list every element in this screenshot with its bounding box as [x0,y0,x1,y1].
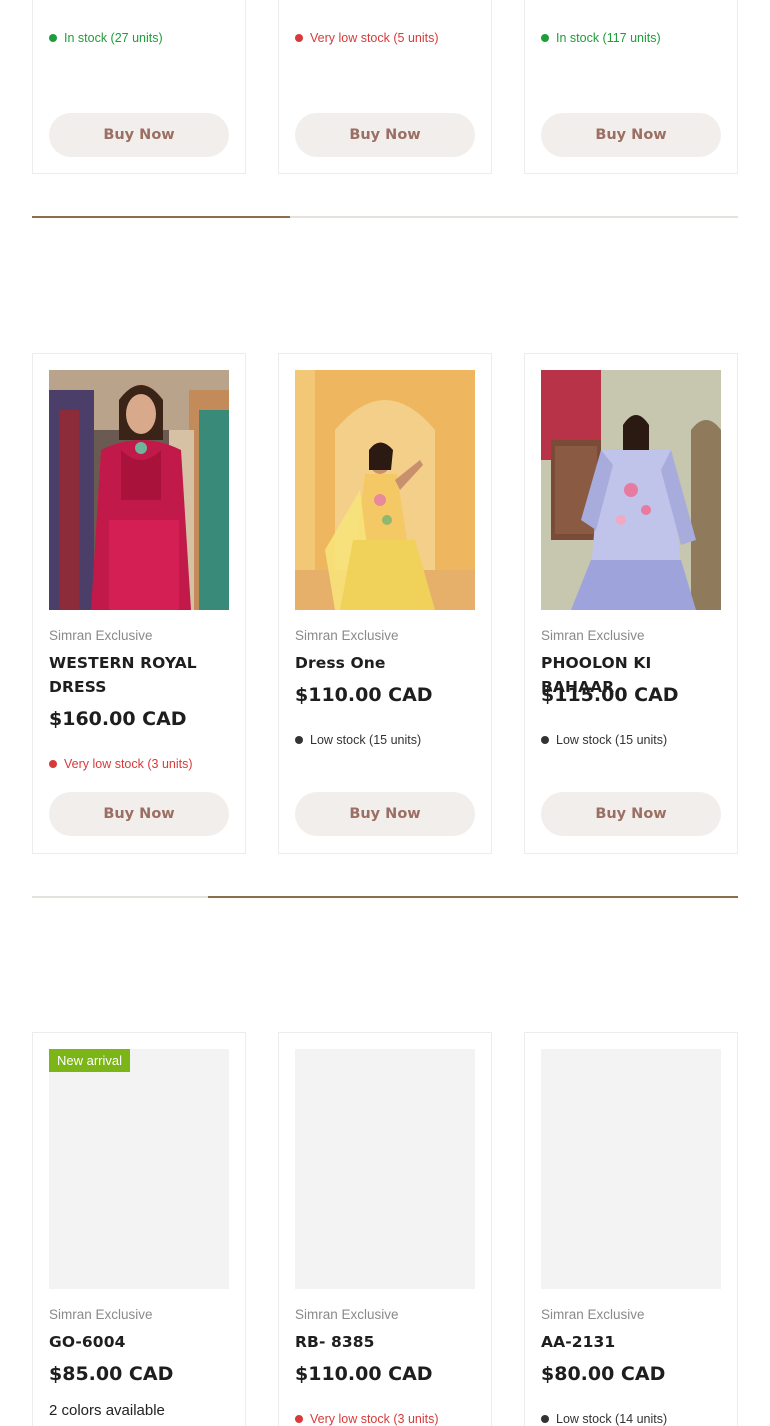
product-image-placeholder[interactable] [295,1049,475,1289]
product-title[interactable]: AA-2131 [541,1330,723,1354]
stock-status: In stock (117 units) [541,31,661,45]
buy-now-button[interactable]: Buy Now [295,113,475,157]
product-card[interactable]: In stock (27 units) Buy Now [32,0,246,174]
product-vendor: Simran Exclusive [49,1307,153,1322]
product-price: $80.00 CAD [541,1363,666,1385]
product-image[interactable] [541,370,721,610]
product-image[interactable] [49,370,229,610]
carousel-scrollbar[interactable] [32,896,738,898]
product-card[interactable]: In stock (117 units) Buy Now [524,0,738,174]
buy-now-button[interactable]: Buy Now [295,792,475,836]
product-title[interactable]: Dress One [295,651,477,675]
product-card[interactable]: Simran Exclusive RB- 8385 $110.00 CAD Ve… [278,1032,492,1426]
buy-now-button[interactable]: Buy Now [49,113,229,157]
product-image[interactable] [295,370,475,610]
product-image-placeholder[interactable]: New arrival [49,1049,229,1289]
product-card[interactable]: Very low stock (5 units) Buy Now [278,0,492,174]
stock-status: Very low stock (5 units) [295,31,439,45]
stock-dot-icon [541,736,549,744]
buy-now-button[interactable]: Buy Now [541,792,721,836]
product-card[interactable]: Simran Exclusive Dress One $110.00 CAD L… [278,353,492,854]
product-vendor: Simran Exclusive [541,1307,645,1322]
product-image-placeholder[interactable] [541,1049,721,1289]
stock-status: Very low stock (3 units) [295,1412,439,1426]
product-card[interactable]: Simran Exclusive WESTERN ROYAL DRESS $16… [32,353,246,854]
stock-status: Low stock (15 units) [541,733,667,747]
stock-status: Low stock (14 units) [541,1412,667,1426]
stock-dot-icon [295,736,303,744]
product-vendor: Simran Exclusive [541,628,645,643]
buy-now-button[interactable]: Buy Now [541,113,721,157]
stock-dot-icon [541,34,549,42]
carousel-scrollbar[interactable] [32,216,738,218]
buy-now-button[interactable]: Buy Now [49,792,229,836]
scrollbar-thumb[interactable] [32,216,290,218]
product-vendor: Simran Exclusive [295,1307,399,1322]
product-card[interactable]: Simran Exclusive AA-2131 $80.00 CAD Low … [524,1032,738,1426]
product-price: $110.00 CAD [295,1363,433,1385]
stock-dot-icon [295,34,303,42]
product-vendor: Simran Exclusive [49,628,153,643]
product-title[interactable]: GO-6004 [49,1330,231,1354]
product-price: $115.00 CAD [541,684,679,706]
stock-status: Very low stock (3 units) [49,757,193,771]
product-card[interactable]: New arrival Simran Exclusive GO-6004 $85… [32,1032,246,1426]
product-price: $85.00 CAD [49,1363,174,1385]
stock-dot-icon [541,1415,549,1423]
stock-dot-icon [49,760,57,768]
product-price: $160.00 CAD [49,708,187,730]
product-title[interactable]: RB- 8385 [295,1330,477,1354]
new-arrival-badge: New arrival [49,1049,131,1072]
stock-status: In stock (27 units) [49,31,163,45]
stock-dot-icon [49,34,57,42]
scrollbar-thumb[interactable] [208,896,738,898]
product-price: $110.00 CAD [295,684,433,706]
stock-status: Low stock (15 units) [295,733,421,747]
product-title[interactable]: WESTERN ROYAL DRESS [49,651,231,699]
product-card[interactable]: Simran Exclusive PHOOLON KI BAHAAR $115.… [524,353,738,854]
stock-dot-icon [295,1415,303,1423]
product-vendor: Simran Exclusive [295,628,399,643]
colors-available: 2 colors available [49,1402,165,1419]
